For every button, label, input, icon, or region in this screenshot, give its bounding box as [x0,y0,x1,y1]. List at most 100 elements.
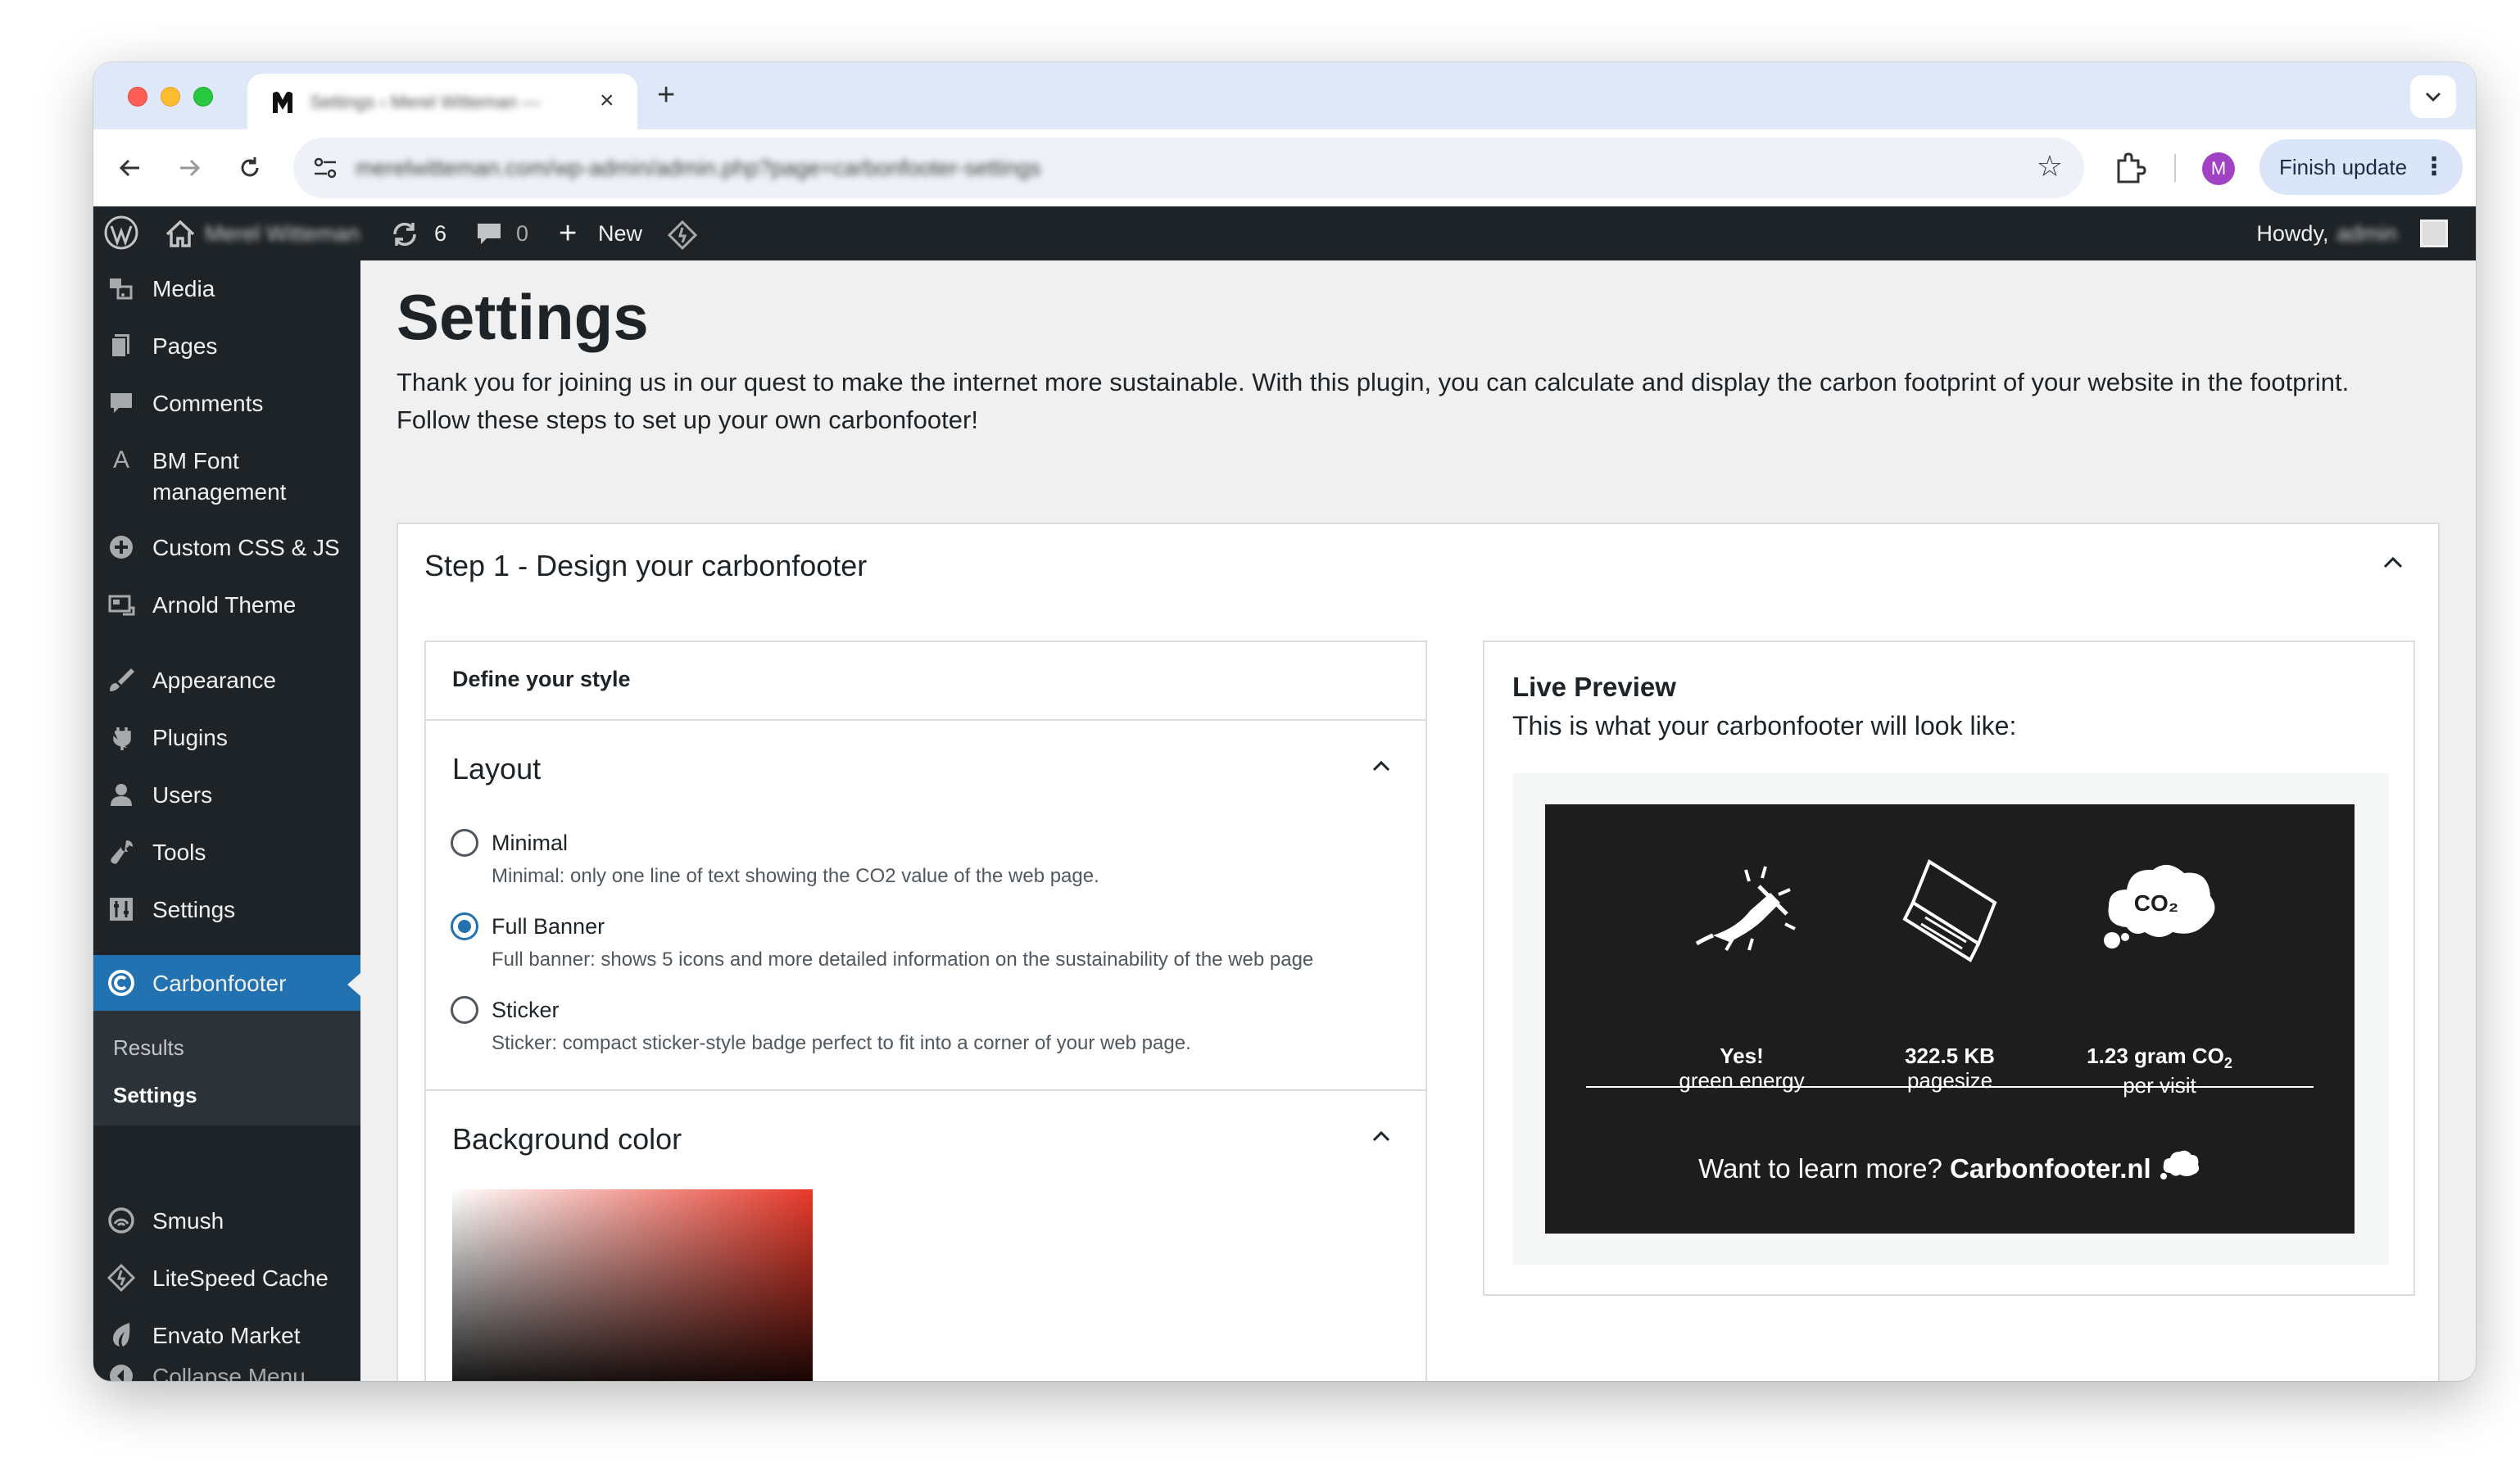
my-account-link[interactable]: Howdy, admin [2256,206,2397,260]
color-picker-gradient[interactable] [452,1189,813,1381]
menu-item-comments[interactable]: Comments [93,375,360,431]
forward-button[interactable] [169,147,210,188]
chevron-up-icon[interactable] [1370,755,1393,778]
chevron-up-icon[interactable] [1370,1125,1393,1148]
menu-item-users[interactable]: Users [93,767,360,822]
site-favicon-icon [273,92,292,113]
menu-item-tools[interactable]: Tools [93,824,360,880]
menu-item-envato[interactable]: Envato Market [93,1307,360,1363]
envato-icon [113,1323,130,1347]
radio-label-sticker: Sticker [492,998,560,1022]
extensions-icon[interactable] [2110,149,2148,187]
page-title: Settings [397,281,649,353]
media-icon [110,278,133,300]
chevron-up-icon[interactable] [2381,550,2405,575]
radio-label-full-banner: Full Banner [492,914,605,939]
howdy-text: Howdy, [2256,221,2329,246]
reload-button[interactable] [229,147,270,188]
plus-circle-icon [110,536,133,559]
define-style-card: Define your style Layout Minimal Minimal… [424,641,1427,1381]
menu-item-settings[interactable]: Settings [93,881,360,937]
submenu-results[interactable]: Results [113,1035,184,1061]
profile-avatar[interactable]: M [2202,152,2235,185]
finish-update-button[interactable]: Finish update ⋮ [2259,139,2463,195]
menu-label-comments: Comments [152,391,264,416]
main-content: Settings Thank you for joining us in our… [360,260,2476,1381]
radio-label-minimal: Minimal [492,831,569,855]
reload-icon [241,157,259,177]
finish-update-label: Finish update [2279,155,2408,179]
new-tab-button[interactable]: + [657,79,675,111]
menu-label-bm-font: BM Font [152,448,239,473]
menu-item-pages[interactable]: Pages [93,318,360,374]
tab-search-button[interactable] [2410,75,2456,118]
menu-item-appearance[interactable]: Appearance [93,652,360,708]
comments-count[interactable]: 0 [516,206,528,260]
updates-count[interactable]: 6 [434,206,446,260]
back-button[interactable] [110,147,151,188]
layout-section-title[interactable]: Layout [452,752,541,786]
menu-item-custom-css-js[interactable]: Custom CSS & JS [93,519,360,575]
cta-text: Want to learn more? [1698,1153,1942,1184]
tab-close-icon[interactable]: × [600,87,614,115]
bookmark-star-icon[interactable]: ☆ [2037,149,2063,183]
step-1-panel: Step 1 - Design your carbonfooter Define… [397,523,2440,1381]
background-color-title[interactable]: Background color [452,1122,682,1157]
radio-sticker[interactable] [451,996,478,1024]
wordpress-logo-icon[interactable] [103,215,139,251]
minimize-window-button[interactable] [161,87,180,106]
updates-icon[interactable] [390,220,419,249]
url-text: merelwitteman.com/wp-admin/admin.php?pag… [356,156,1041,180]
step-1-title[interactable]: Step 1 - Design your carbonfooter [424,549,867,583]
smush-icon [108,1207,134,1234]
tab-strip: Settings ‹ Merel Witteman — × + [93,62,2476,129]
stat3-value-text: 1.23 gram CO [2087,1044,2224,1068]
menu-label-litespeed: LiteSpeed Cache [152,1265,329,1291]
site-info-icon[interactable] [311,154,339,182]
menu-label-pages: Pages [152,333,218,359]
laptop-icon [1902,859,1997,962]
cloud-co2-text: CO₂ [2134,890,2178,916]
new-content-link[interactable]: New [598,206,642,260]
menu-item-litespeed[interactable]: LiteSpeed Cache [93,1250,360,1306]
litespeed-diamond-icon[interactable] [667,220,698,251]
menu-label-envato: Envato Market [152,1323,301,1348]
litespeed-icon [107,1263,136,1293]
home-icon[interactable] [164,218,197,249]
menu-item-smush[interactable]: Smush [93,1193,360,1248]
menu-item-bm-font[interactable]: A BM Font management [93,432,360,514]
browser-tab-active[interactable]: Settings ‹ Merel Witteman — × [247,74,637,129]
submenu-settings[interactable]: Settings [113,1083,197,1108]
menu-item-media[interactable]: Media [93,260,360,316]
plus-icon[interactable]: + [559,206,577,260]
arrow-left-icon [119,159,139,177]
menu-label-smush: Smush [152,1208,224,1234]
collapse-menu-row[interactable]: Collapse Menu [93,1361,360,1381]
section-divider [426,1089,1425,1091]
stat-pagesize: 322.5 KB pagesize [1827,853,2073,1093]
menu-item-plugins[interactable]: Plugins [93,709,360,765]
wrench-icon [111,840,133,864]
preview-container: Yes! green energy 322.5 KB pagesize CO₂ … [1512,773,2389,1265]
radio-minimal[interactable] [451,829,478,857]
address-bar[interactable]: merelwitteman.com/wp-admin/admin.php?pag… [293,138,2084,198]
menu-label-appearance: Appearance [152,668,277,693]
menu-label-settings: Settings [152,897,236,922]
live-preview-subtitle: This is what your carbonfooter will look… [1512,711,2017,740]
cta-brand-link[interactable]: Carbonfooter.nl [1950,1153,2151,1184]
stat2-label: pagesize [1906,1068,1993,1093]
theme-icon [108,595,135,616]
comments-bubble-icon[interactable] [475,221,503,247]
banner-cta[interactable]: Want to learn more? Carbonfooter.nl [1545,1148,2355,1184]
menu-item-arnold-theme[interactable]: Arnold Theme [93,577,360,632]
radio-full-banner[interactable] [451,912,478,940]
menu-label-bm-font-2: management [152,479,287,505]
radio-desc-minimal: Minimal: only one line of text showing t… [492,865,1099,887]
close-window-button[interactable] [128,87,147,106]
menu-item-carbonfooter[interactable]: Carbonfooter [93,955,360,1011]
stat-co2: CO₂ 1.23 gram CO2 per visit [2037,853,2282,1098]
user-avatar[interactable] [2420,220,2448,247]
site-name-link[interactable]: Merel Witteman [205,206,360,260]
maximize-window-button[interactable] [193,87,213,106]
carbonfooter-banner-preview: Yes! green energy 322.5 KB pagesize CO₂ … [1545,804,2355,1234]
